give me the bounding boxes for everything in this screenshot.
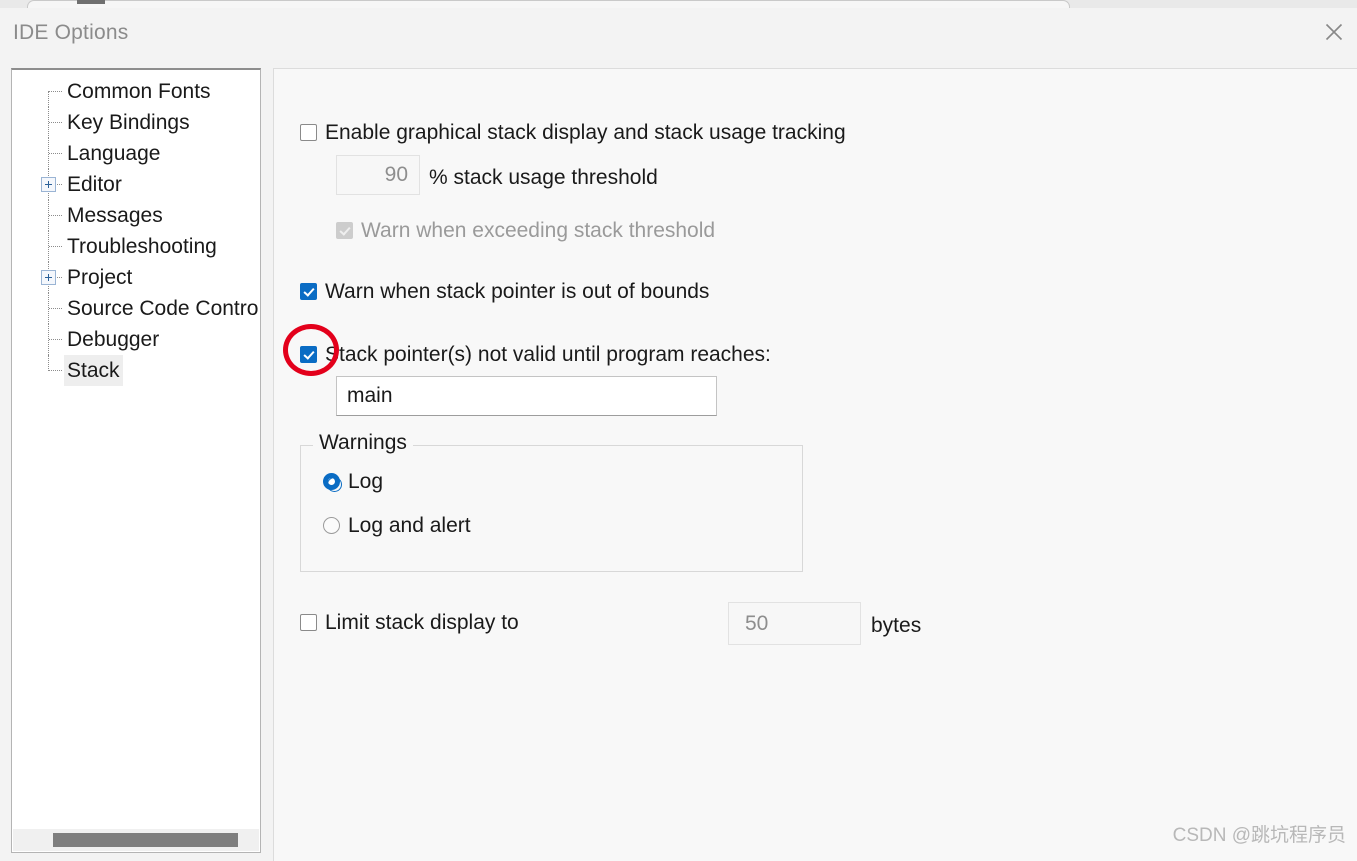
sidebar-item-project[interactable]: Project (12, 262, 260, 293)
warnings-option-log-and-alert-label: Log and alert (348, 514, 471, 537)
sidebar-item-troubleshooting[interactable]: Troubleshooting (12, 231, 260, 262)
sp-symbol-input[interactable]: main (336, 376, 717, 416)
tree-elbow-line (49, 91, 62, 93)
warn-exceeding-threshold-label: Warn when exceeding stack threshold (361, 219, 716, 242)
sidebar-item-source-code-control[interactable]: Source Code Contro (12, 293, 260, 324)
warn-out-of-bounds-row[interactable]: Warn when stack pointer is out of bounds (300, 281, 709, 302)
stack-usage-threshold-value: 90 (384, 163, 408, 186)
sidebar-item-language[interactable]: Language (12, 138, 260, 169)
sp-symbol-value: main (347, 384, 393, 407)
tree-horizontal-scrollbar[interactable] (13, 829, 259, 851)
sidebar-item-label: Language (67, 142, 161, 165)
sidebar-item-label: Source Code Contro (67, 297, 259, 320)
tree-elbow-line (49, 370, 62, 372)
limit-stack-display-checkbox[interactable] (300, 614, 317, 631)
tree-elbow-line (49, 308, 62, 310)
enable-graphical-stack-row[interactable]: Enable graphical stack display and stack… (300, 122, 846, 143)
sidebar-item-common-fonts[interactable]: Common Fonts (12, 76, 260, 107)
limit-stack-bytes-value: 50 (745, 611, 769, 635)
sidebar-item-label: Troubleshooting (67, 235, 217, 258)
parent-window-frame (27, 0, 1070, 8)
enable-graphical-stack-label: Enable graphical stack display and stack… (325, 121, 846, 144)
tree-elbow-line (49, 339, 62, 341)
sidebar-item-stack[interactable]: Stack (12, 355, 260, 386)
sidebar-item-label: Messages (67, 204, 163, 227)
parent-window-tab-nub (77, 0, 105, 4)
settings-tree-panel[interactable]: Common Fonts Key Bindings Language Edito… (11, 68, 261, 853)
sidebar-item-debugger[interactable]: Debugger (12, 324, 260, 355)
enable-graphical-stack-checkbox[interactable] (300, 124, 317, 141)
limit-stack-bytes-input[interactable]: 50 (728, 602, 861, 645)
stack-usage-threshold-input[interactable]: 90 (336, 155, 420, 195)
expand-project-icon[interactable] (41, 270, 56, 285)
stack-usage-threshold-unit-row: % stack usage threshold (429, 167, 658, 188)
warn-out-of-bounds-label: Warn when stack pointer is out of bounds (325, 280, 710, 303)
watermark-text: CSDN @跳坑程序员 (1172, 825, 1346, 846)
warnings-option-log-radio[interactable] (323, 473, 342, 492)
tree-guide-line (48, 355, 50, 371)
tree-elbow-line (49, 246, 62, 248)
tree-guide-line (48, 91, 50, 107)
tree-elbow-line (49, 215, 62, 217)
stack-settings-panel: Enable graphical stack display and stack… (273, 68, 1357, 861)
close-icon (1325, 23, 1343, 41)
sidebar-item-label: Common Fonts (67, 80, 211, 103)
tree-elbow-line (49, 122, 62, 124)
warnings-groupbox-title: Warnings (313, 432, 413, 453)
sp-not-valid-row[interactable]: Stack pointer(s) not valid until program… (300, 344, 771, 365)
warnings-option-log-row[interactable]: Log (323, 471, 383, 492)
warnings-groupbox: Warnings Log Log and alert (300, 432, 803, 572)
sidebar-item-label: Project (67, 266, 133, 289)
warnings-option-log-and-alert-radio[interactable] (323, 517, 340, 534)
warn-exceeding-threshold-row[interactable]: Warn when exceeding stack threshold (336, 220, 715, 241)
sidebar-item-label: Key Bindings (67, 111, 190, 134)
tree-elbow-line (49, 153, 62, 155)
warn-out-of-bounds-checkbox[interactable] (300, 283, 317, 300)
sp-not-valid-label: Stack pointer(s) not valid until program… (325, 343, 771, 366)
sidebar-item-messages[interactable]: Messages (12, 200, 260, 231)
close-button[interactable] (1311, 8, 1357, 56)
sidebar-item-label: Stack (64, 355, 123, 386)
dialog-titlebar: IDE Options (0, 8, 1357, 60)
sidebar-item-editor[interactable]: Editor (12, 169, 260, 200)
sidebar-item-label: Editor (67, 173, 122, 196)
tree-scrollbar-thumb[interactable] (53, 833, 238, 847)
stack-usage-threshold-label: % stack usage threshold (429, 166, 658, 189)
limit-stack-unit-row: bytes (871, 615, 921, 636)
warnings-option-log-label: Log (348, 470, 384, 493)
warnings-option-log-and-alert-row[interactable]: Log and alert (323, 515, 471, 536)
sidebar-item-key-bindings[interactable]: Key Bindings (12, 107, 260, 138)
warn-exceeding-threshold-checkbox[interactable] (336, 222, 353, 239)
limit-stack-display-label: Limit stack display to (325, 611, 519, 634)
sp-not-valid-checkbox[interactable] (300, 346, 317, 363)
settings-tree: Common Fonts Key Bindings Language Edito… (12, 76, 260, 386)
expand-editor-icon[interactable] (41, 177, 56, 192)
limit-stack-unit-label: bytes (871, 614, 922, 637)
dialog-title: IDE Options (13, 21, 129, 44)
sidebar-item-label: Debugger (67, 328, 160, 351)
ide-options-dialog: IDE Options Common Fonts Key Bindings La… (0, 8, 1357, 861)
limit-stack-display-row[interactable]: Limit stack display to (300, 612, 519, 633)
